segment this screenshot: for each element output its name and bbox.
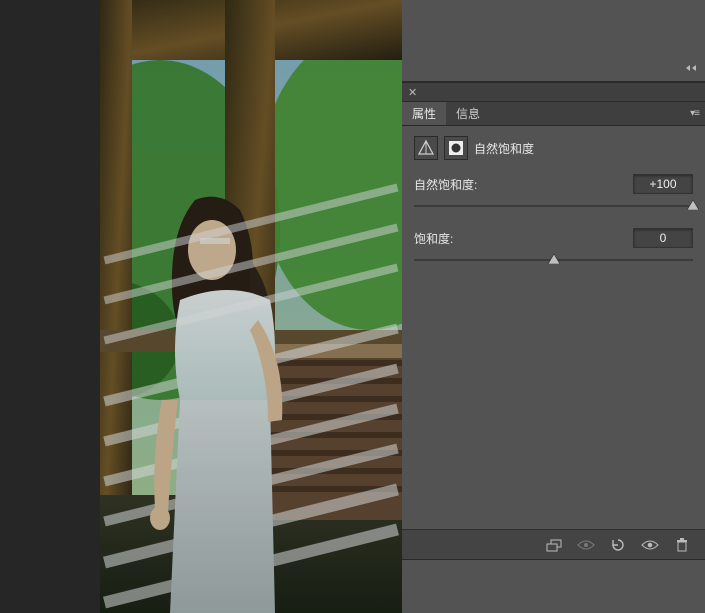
saturation-slider[interactable] — [414, 252, 693, 268]
toggle-visibility-button[interactable] — [635, 534, 665, 556]
panel-body: 自然饱和度 自然饱和度: +100 饱和度: 0 — [402, 126, 705, 529]
vibrance-value[interactable]: +100 — [633, 174, 693, 194]
panel-bottom-spacer — [402, 559, 705, 613]
adjustment-title: 自然饱和度 — [474, 140, 534, 157]
reset-button[interactable] — [603, 534, 633, 556]
vibrance-adjustment-icon[interactable] — [414, 136, 438, 160]
vibrance-slider[interactable] — [414, 198, 693, 214]
panel-footer — [402, 529, 705, 559]
vibrance-control: 自然饱和度: +100 — [414, 174, 693, 214]
saturation-control: 饱和度: 0 — [414, 228, 693, 268]
tab-info[interactable]: 信息 — [446, 102, 490, 125]
saturation-value[interactable]: 0 — [633, 228, 693, 248]
view-previous-state-button — [571, 534, 601, 556]
canvas-area — [0, 0, 402, 613]
layer-mask-icon[interactable] — [444, 136, 468, 160]
delete-adjustment-button[interactable] — [667, 534, 697, 556]
vibrance-slider-thumb[interactable] — [687, 200, 699, 210]
clip-to-layer-button[interactable] — [539, 534, 569, 556]
saturation-slider-thumb[interactable] — [548, 254, 560, 264]
close-panel-icon[interactable]: ✕ — [408, 86, 417, 99]
vibrance-label: 自然饱和度: — [414, 176, 477, 193]
tab-properties[interactable]: 属性 — [402, 102, 446, 125]
panel-tab-bar: 属性 信息 ▾≡ — [402, 102, 705, 126]
panel-close-bar: ✕ — [402, 82, 705, 102]
collapse-panel-icon[interactable] — [685, 64, 697, 75]
panel-menu-icon[interactable]: ▾≡ — [690, 108, 699, 119]
photo-preview — [100, 0, 402, 613]
panel-dock-header — [402, 0, 705, 82]
properties-panel: ✕ 属性 信息 ▾≡ 自然饱和度 自然饱和度: +100 — [402, 0, 705, 613]
saturation-label: 饱和度: — [414, 230, 453, 247]
adjustment-header: 自然饱和度 — [414, 136, 693, 160]
